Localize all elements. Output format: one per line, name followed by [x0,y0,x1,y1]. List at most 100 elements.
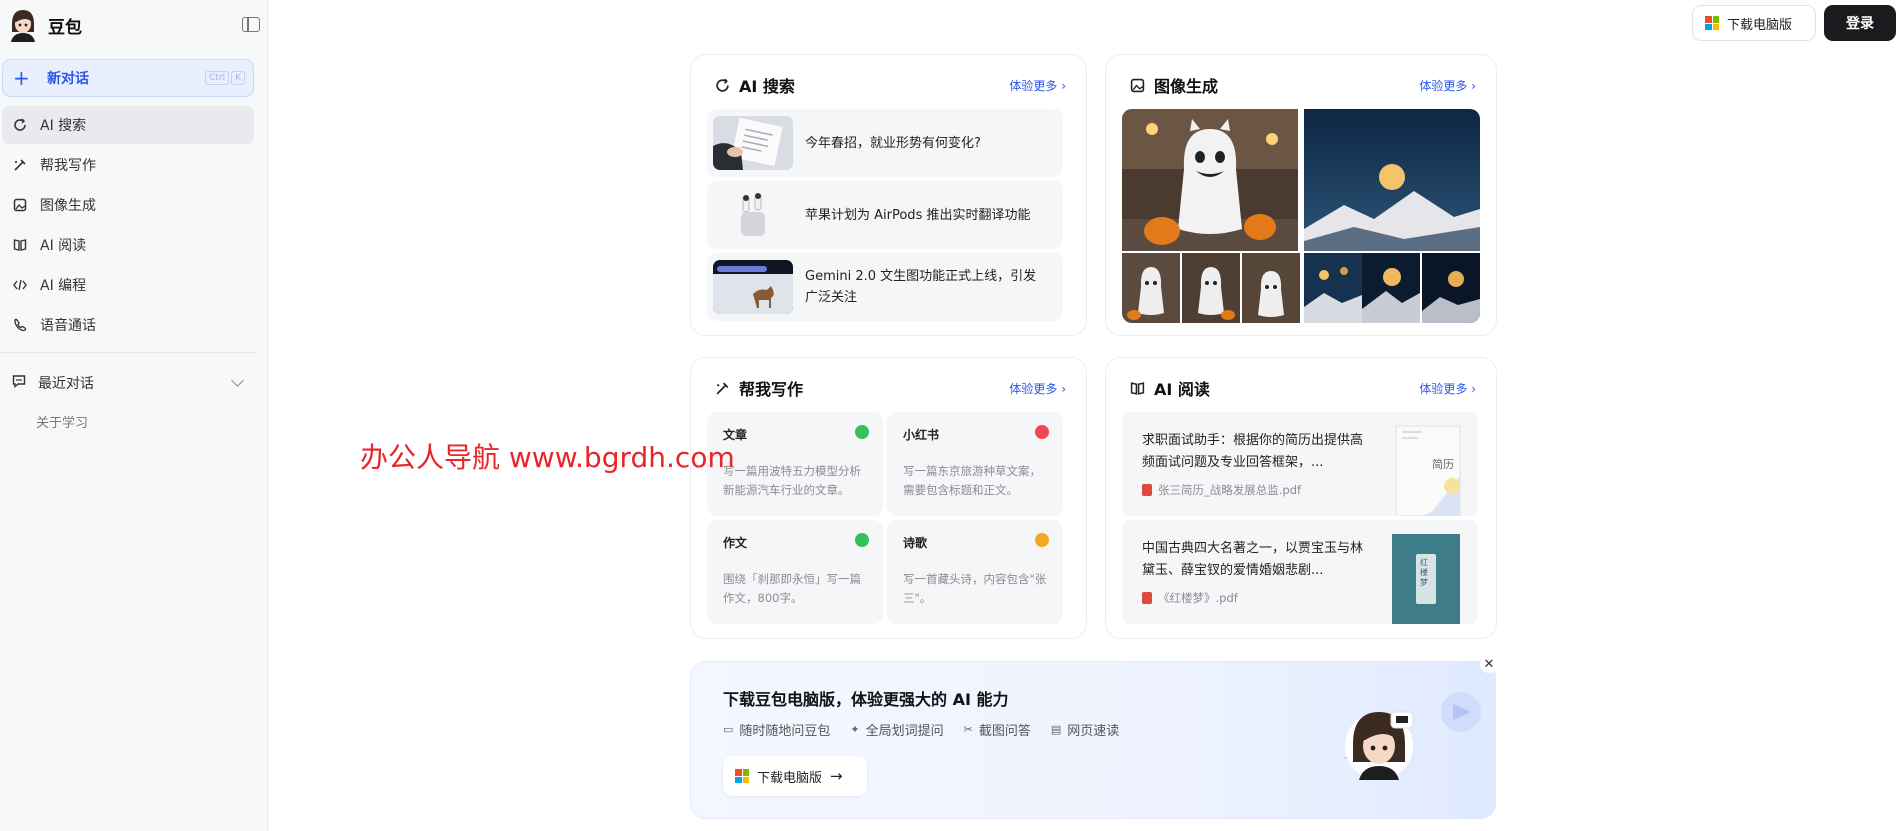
search-refresh-icon [12,117,28,133]
promo-feature: ▤ 网页速读 [1051,720,1119,739]
windows-icon [735,769,749,783]
promo-feature: ▭ 随时随地问豆包 [723,720,830,739]
doc-icon: ▤ [1050,723,1062,736]
reading-item[interactable]: 求职面试助手：根据你的简历出提供高频面试问题及专业回答框架，... 张三简历_战… [1122,412,1478,516]
news-item[interactable]: Gemini 2.0 文生图功能正式上线，引发广泛关注 [707,253,1063,321]
promo-title: 下载豆包电脑版，体验更强大的 AI 能力 [723,690,1009,709]
card-title: AI 搜索 [739,77,795,96]
sidebar-item-writing[interactable]: 帮我写作 [2,146,254,184]
generated-image-thumb[interactable] [1304,253,1362,323]
sidebar-item-label: 帮我写作 [40,158,96,174]
news-thumbnail [713,116,793,170]
sidebar-item-label: AI 搜索 [40,118,87,134]
reading-card: AI 阅读 体验更多 › 求职面试助手：根据你的简历出提供高频面试问题及专业回答… [1105,357,1497,639]
sidebar-toggle-icon[interactable] [242,17,260,32]
history-item[interactable]: 关于学习 [36,412,88,431]
sidebar-item-image[interactable]: 图像生成 [2,186,254,224]
generated-image-thumb[interactable] [1182,253,1240,323]
feature-label: 全局划词提问 [865,724,944,739]
book-icon [1128,379,1146,397]
template-title: 作文 [723,536,748,550]
image-icon [12,197,28,213]
writing-template[interactable]: 作文 围绕「刹那即永恒」写一篇作文，800字。 [707,520,883,624]
plus-icon: + [13,66,30,90]
promo-feature: ✂ 截图问答 [964,720,1031,739]
generated-image-moon[interactable] [1304,109,1480,251]
promo-download-button[interactable]: 下载电脑版 → [723,756,867,796]
card-title: AI 阅读 [1154,380,1210,399]
mascot-illustration [1341,682,1491,812]
more-link[interactable]: 体验更多 › [1419,380,1476,397]
chevron-down-icon [231,374,244,387]
news-thumbnail [713,260,793,314]
more-link[interactable]: 体验更多 › [1009,77,1066,94]
login-button[interactable]: 登录 [1824,5,1896,41]
feature-label: 网页速读 [1067,724,1120,739]
image-generation-card: 图像生成 体验更多 › [1105,54,1497,336]
sidebar-item-ai-search[interactable]: AI 搜索 [2,106,254,144]
document-icon [855,425,869,439]
generated-image-thumb[interactable] [1422,253,1480,323]
sidebar-item-label: 图像生成 [40,198,96,214]
recent-chats-label: 最近对话 [38,376,94,392]
template-desc: 写一篇用波特五力模型分析新能源汽车行业的文章。 [723,464,861,497]
sidebar-item-voice-call[interactable]: 语音通话 [2,306,254,344]
poem-icon [1035,533,1049,547]
writing-card: 帮我写作 体验更多 › 文章 写一篇用波特五力模型分析新能源汽车行业的文章。 小… [690,357,1087,639]
recent-chats-toggle[interactable]: 最近对话 [2,364,254,402]
watermark-text: 办公人导航 www.bgrdh.com [360,441,735,474]
card-title: 帮我写作 [739,380,804,399]
sidebar-item-label: AI 阅读 [40,238,87,254]
news-title: Gemini 2.0 文生图功能正式上线，引发广泛关注 [805,269,1037,305]
chat-icon [12,374,26,392]
writing-template[interactable]: 诗歌 写一首藏头诗，内容包含"张三"。 [887,520,1063,624]
template-title: 小红书 [903,428,940,442]
card-header: AI 阅读 体验更多 › [1128,376,1476,400]
more-link[interactable]: 体验更多 › [1009,380,1066,397]
news-item[interactable]: 今年春招，就业形势有何变化? [707,109,1063,177]
avatar[interactable] [8,8,38,42]
scissors-icon: ✂ [963,723,973,736]
close-icon[interactable]: ✕ [1480,655,1498,673]
thumbnail-text: 简历 [1432,458,1454,471]
ai-search-card: AI 搜索 体验更多 › 今年春招，就业形势有何变化? 苹果计划为 AirPod… [690,54,1087,336]
sidebar-item-reading[interactable]: AI 阅读 [2,226,254,264]
card-header: 帮我写作 体验更多 › [713,376,1066,400]
file-name: 张三简历_战略发展总监.pdf [1142,482,1301,498]
pencil-icon [855,533,869,547]
book-cover-thumbnail: 红楼梦 [1392,534,1460,624]
download-label: 下载电脑版 [1727,17,1793,33]
sidebar-divider [0,352,256,353]
reading-desc: 中国古典四大名著之一，以贾宝玉与林黛玉、薛宝钗的爱情婚姻悲剧... [1142,541,1364,578]
shortcut-key: Ctrl [205,71,230,85]
resume-thumbnail: 简历 [1392,422,1464,516]
card-title: 图像生成 [1154,77,1219,96]
generated-image-ghost[interactable] [1122,109,1298,251]
image-icon [1128,76,1146,94]
sidebar-item-label: AI 编程 [40,278,87,294]
shortcut-hint: Ctrl K [205,71,245,85]
promo-features: ▭ 随时随地问豆包 ✦ 全局划词提问 ✂ 截图问答 ▤ 网页速读 [723,720,1119,739]
sidebar: 豆包 + 新对话 Ctrl K AI 搜索 帮我写作 图像生成 AI 阅读 AI… [0,0,268,831]
new-chat-label: 新对话 [47,71,89,87]
search-refresh-icon [713,76,731,94]
shortcut-key: K [231,71,245,85]
app-brand: 豆包 [48,17,82,38]
more-link[interactable]: 体验更多 › [1419,77,1476,94]
sparkle-icon: ✦ [850,723,860,736]
pdf-icon [1142,592,1152,604]
generated-image-thumb[interactable] [1362,253,1420,323]
writing-template[interactable]: 小红书 写一篇东京旅游种草文案，需要包含标题和正文。 [887,412,1063,516]
pen-icon [12,157,28,173]
new-chat-button[interactable]: + 新对话 Ctrl K [2,59,254,97]
generated-image-thumb[interactable] [1122,253,1180,323]
template-desc: 围绕「刹那即永恒」写一篇作文，800字。 [723,572,861,605]
sidebar-item-coding[interactable]: AI 编程 [2,266,254,304]
download-desktop-button[interactable]: 下载电脑版 [1692,5,1816,41]
card-header: 图像生成 体验更多 › [1128,73,1476,97]
chat-icon: ▭ [723,723,734,736]
generated-image-thumb[interactable] [1242,253,1300,323]
reading-item[interactable]: 中国古典四大名著之一，以贾宝玉与林黛玉、薛宝钗的爱情婚姻悲剧... 《红楼梦》.… [1122,520,1478,624]
news-title: 苹果计划为 AirPods 推出实时翻译功能 [805,207,1031,223]
news-item[interactable]: 苹果计划为 AirPods 推出实时翻译功能 [707,181,1063,249]
